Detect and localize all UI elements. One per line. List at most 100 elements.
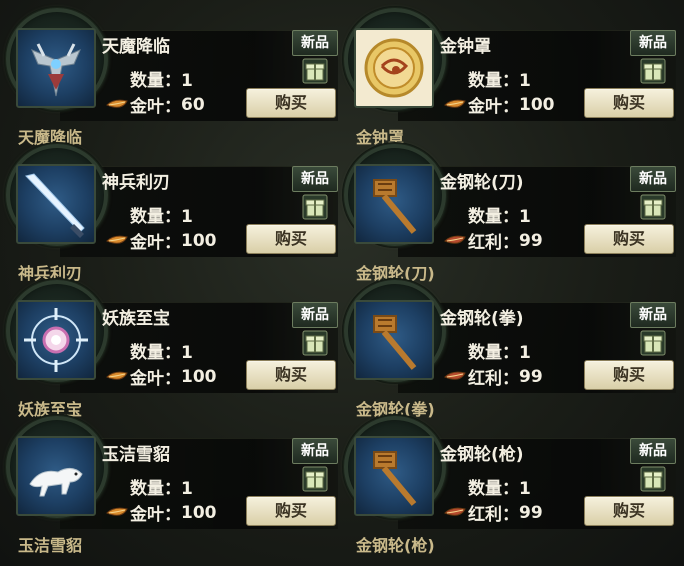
new-badge: 新品	[630, 438, 676, 464]
currency-label: 金叶：	[130, 505, 181, 525]
currency-label: 红利：	[468, 505, 519, 525]
item-price: 红利： 99	[444, 364, 543, 389]
currency-label: 红利：	[468, 369, 519, 389]
item-price: 金叶： 100	[444, 92, 555, 117]
shop-item-grid: 天魔降临 数量：1 金叶： 60 天魔降临 新品 购买 金钟罩 数量：1 金叶：…	[0, 0, 684, 566]
price-value: 99	[519, 502, 543, 523]
new-badge: 新品	[292, 302, 338, 328]
quantity-label: 数量：	[130, 479, 181, 499]
item-caption: 金钢轮(枪)	[356, 536, 435, 555]
buy-button[interactable]: 购买	[246, 360, 336, 390]
item-name: 金钢轮(刀)	[440, 173, 524, 193]
item-quantity: 数量：1	[130, 338, 193, 363]
red-leaf-icon	[444, 235, 466, 244]
quantity-value: 1	[181, 343, 193, 363]
gift-icon[interactable]	[640, 194, 666, 220]
gift-icon[interactable]	[302, 194, 328, 220]
price-value: 100	[519, 94, 555, 115]
item-quantity: 数量：1	[468, 338, 531, 363]
snow-mink-icon[interactable]	[16, 436, 96, 516]
new-badge: 新品	[630, 166, 676, 192]
golden-bell-icon[interactable]	[354, 28, 434, 108]
shop-item-card: 金钢轮(拳) 数量：1 红利： 99 金钢轮(拳) 新品 购买	[338, 278, 676, 419]
shop-item-card: 玉洁雪貂 数量：1 金叶： 100 玉洁雪貂 新品 购买	[0, 414, 338, 555]
item-price: 红利： 99	[444, 228, 543, 253]
currency-label: 金叶：	[130, 369, 181, 389]
quantity-label: 数量：	[468, 71, 519, 91]
gold-leaf-icon	[444, 99, 466, 108]
gold-leaf-icon	[106, 507, 128, 516]
new-badge: 新品	[292, 166, 338, 192]
demon-treasure-icon[interactable]	[16, 300, 96, 380]
price-value: 100	[181, 366, 217, 387]
item-quantity: 数量：1	[468, 474, 531, 499]
new-badge: 新品	[630, 302, 676, 328]
item-quantity: 数量：1	[130, 474, 193, 499]
item-price: 金叶： 100	[106, 228, 217, 253]
price-value: 100	[181, 230, 217, 251]
buy-button[interactable]: 购买	[584, 224, 674, 254]
gift-icon[interactable]	[640, 466, 666, 492]
demon-armor-icon[interactable]	[16, 28, 96, 108]
quantity-value: 1	[519, 207, 531, 227]
price-value: 100	[181, 502, 217, 523]
hammer-icon[interactable]	[354, 164, 434, 244]
quantity-value: 1	[519, 343, 531, 363]
quantity-value: 1	[519, 71, 531, 91]
item-price: 红利： 99	[444, 500, 543, 525]
hammer-icon[interactable]	[354, 300, 434, 380]
buy-button[interactable]: 购买	[584, 360, 674, 390]
red-leaf-icon	[444, 371, 466, 380]
buy-button[interactable]: 购买	[246, 224, 336, 254]
gift-icon[interactable]	[640, 330, 666, 356]
new-badge: 新品	[292, 30, 338, 56]
price-value: 99	[519, 230, 543, 251]
gold-leaf-icon	[106, 371, 128, 380]
currency-label: 金叶：	[468, 97, 519, 117]
item-price: 金叶： 100	[106, 500, 217, 525]
buy-button[interactable]: 购买	[246, 88, 336, 118]
currency-label: 金叶：	[130, 97, 181, 117]
item-price: 金叶： 60	[106, 92, 205, 117]
quantity-label: 数量：	[130, 71, 181, 91]
shop-item-card: 金钟罩 数量：1 金叶： 100 金钟罩 新品 购买	[338, 6, 676, 147]
new-badge: 新品	[292, 438, 338, 464]
item-name: 玉洁雪貂	[102, 445, 170, 465]
item-name: 金钢轮(枪)	[440, 445, 524, 465]
currency-label: 红利：	[468, 233, 519, 253]
item-name: 金钟罩	[440, 37, 491, 57]
currency-label: 金叶：	[130, 233, 181, 253]
quantity-value: 1	[181, 479, 193, 499]
red-leaf-icon	[444, 507, 466, 516]
gift-icon[interactable]	[640, 58, 666, 84]
shop-item-card: 神兵利刃 数量：1 金叶： 100 神兵利刃 新品 购买	[0, 142, 338, 283]
item-caption: 玉洁雪貂	[18, 536, 83, 555]
price-value: 99	[519, 366, 543, 387]
buy-button[interactable]: 购买	[584, 88, 674, 118]
item-name: 神兵利刃	[102, 173, 170, 193]
gift-icon[interactable]	[302, 330, 328, 356]
buy-button[interactable]: 购买	[246, 496, 336, 526]
shop-item-card: 天魔降临 数量：1 金叶： 60 天魔降临 新品 购买	[0, 6, 338, 147]
quantity-label: 数量：	[468, 343, 519, 363]
quantity-value: 1	[181, 207, 193, 227]
item-name: 天魔降临	[102, 37, 170, 57]
quantity-value: 1	[181, 71, 193, 91]
shop-item-card: 妖族至宝 数量：1 金叶： 100 妖族至宝 新品 购买	[0, 278, 338, 419]
item-quantity: 数量：1	[468, 66, 531, 91]
quantity-value: 1	[519, 479, 531, 499]
item-name: 妖族至宝	[102, 309, 170, 329]
hammer-icon[interactable]	[354, 436, 434, 516]
quantity-label: 数量：	[468, 479, 519, 499]
item-quantity: 数量：1	[468, 202, 531, 227]
gift-icon[interactable]	[302, 58, 328, 84]
gold-leaf-icon	[106, 235, 128, 244]
item-name: 金钢轮(拳)	[440, 309, 524, 329]
item-quantity: 数量：1	[130, 202, 193, 227]
shop-item-card: 金钢轮(枪) 数量：1 红利： 99 金钢轮(枪) 新品 购买	[338, 414, 676, 555]
item-quantity: 数量：1	[130, 66, 193, 91]
blade-icon[interactable]	[16, 164, 96, 244]
gift-icon[interactable]	[302, 466, 328, 492]
price-value: 60	[181, 94, 205, 115]
buy-button[interactable]: 购买	[584, 496, 674, 526]
